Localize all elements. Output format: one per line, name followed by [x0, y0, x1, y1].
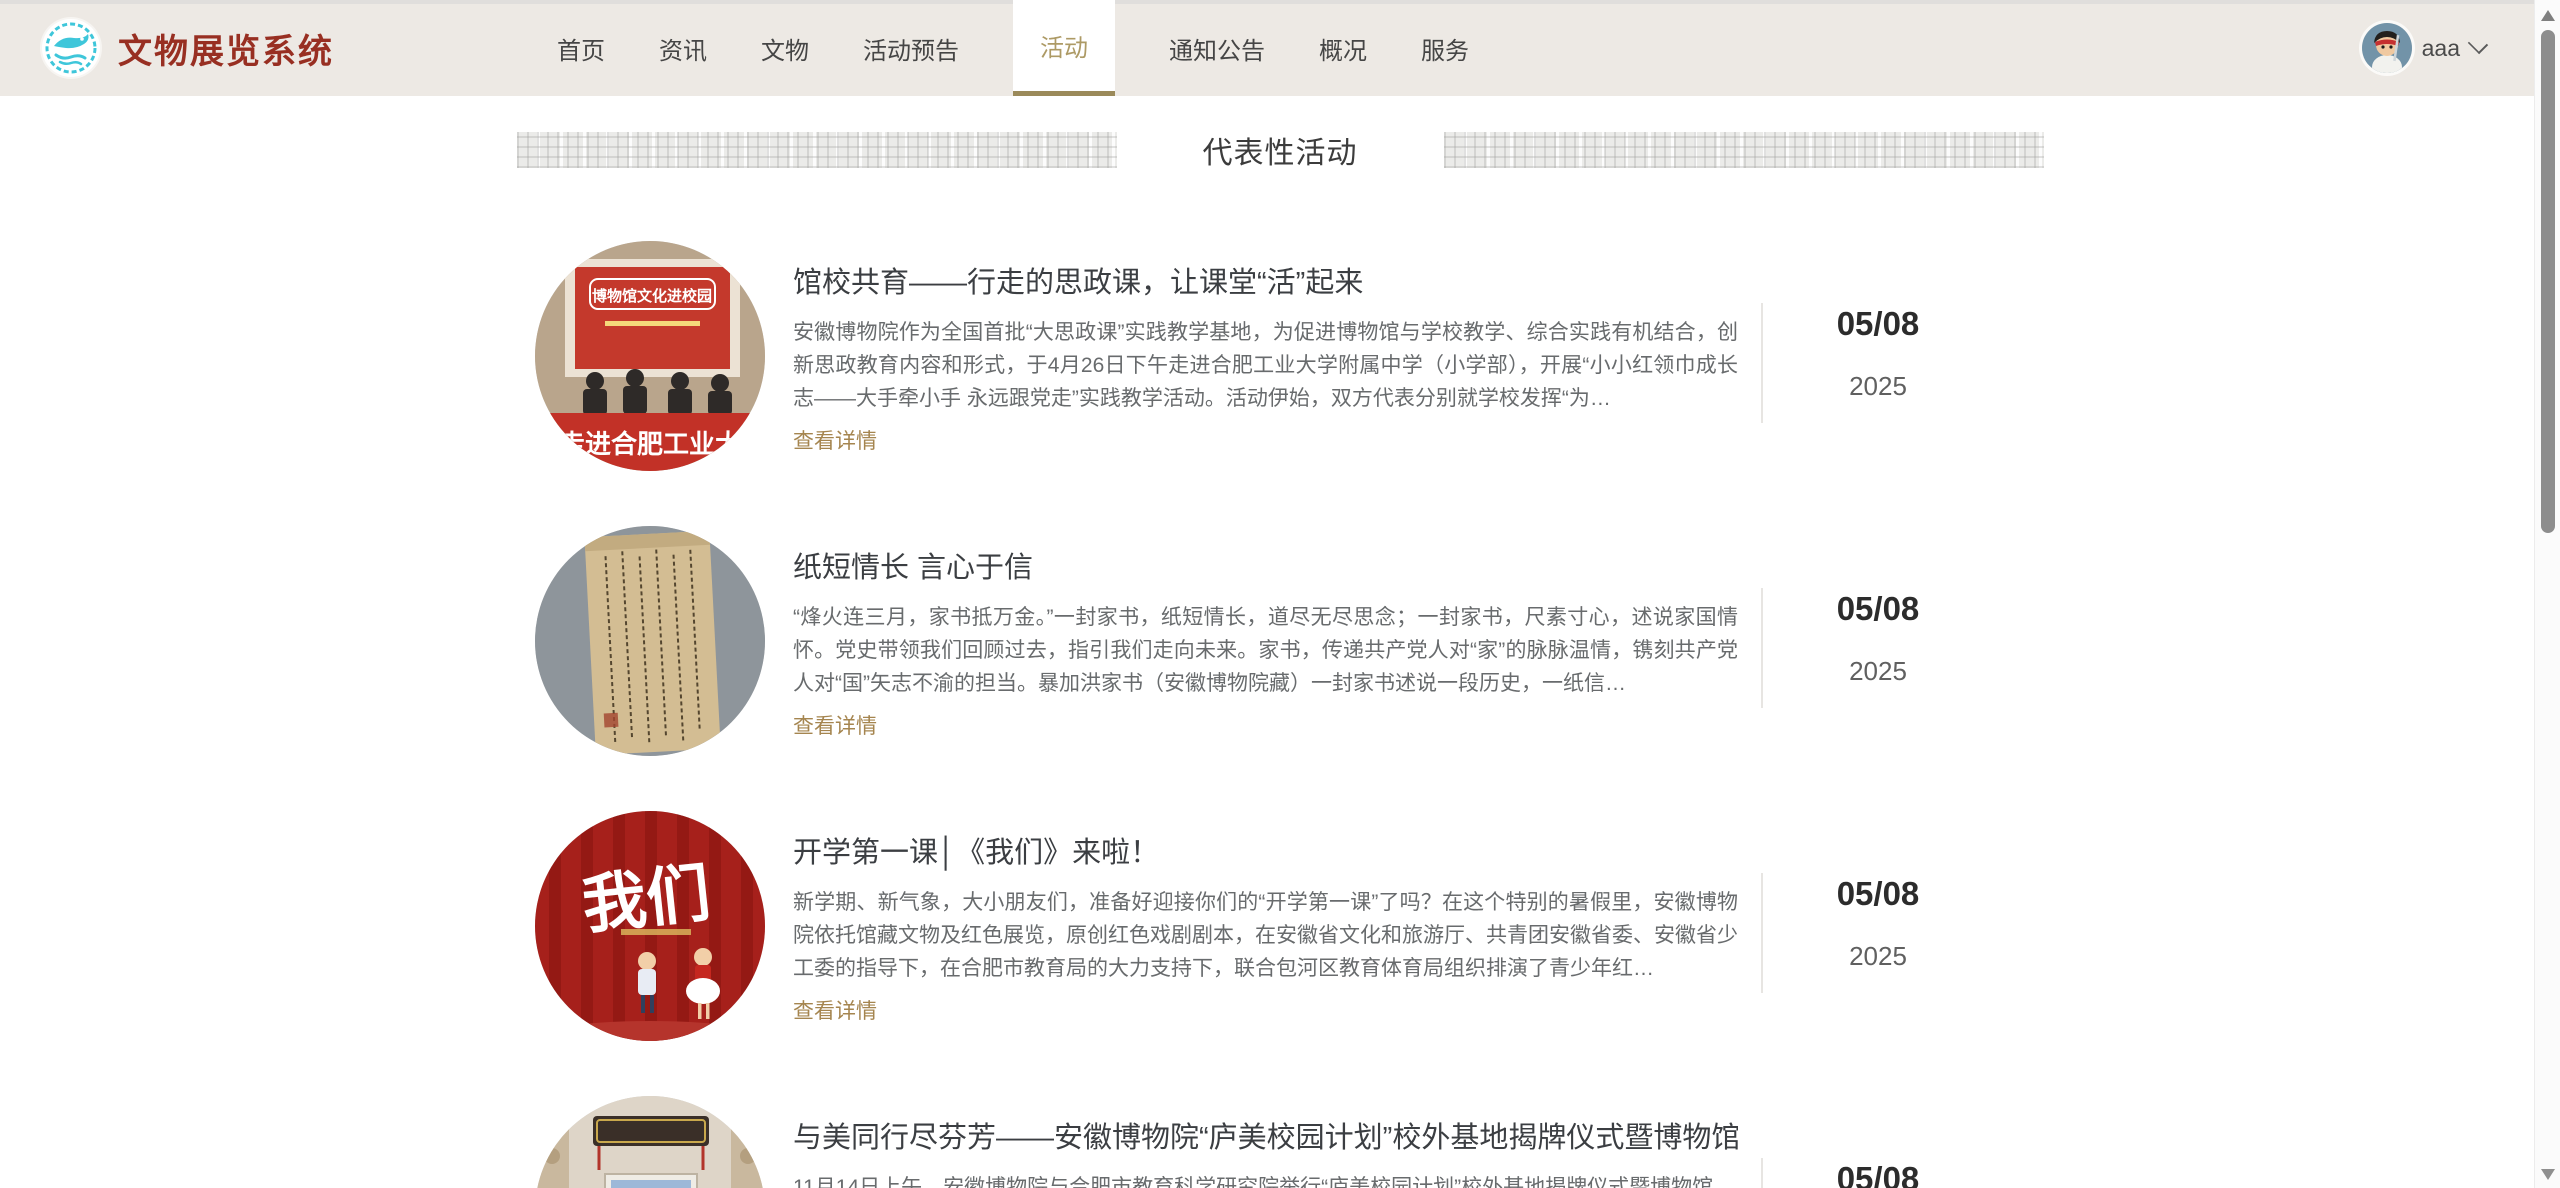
activity-body: 纸短情长 言心于信 “烽火连三月，家书抵万金。”一封家书，纸短情长，道尽无尽思念…	[793, 526, 1738, 758]
site-title: 文物展览系统	[118, 24, 334, 73]
nav-item-news[interactable]: 资讯	[659, 0, 707, 96]
activity-description: 新学期、新气象，大小朋友们，准备好迎接你们的“开学第一课”了吗？在这个特别的暑假…	[793, 886, 1738, 985]
activity-row: 博物馆文化进校园 之走进合肥工业大学 馆校共育——行走的思政课，让课堂“活”起来…	[535, 241, 2560, 473]
user-name: aaa	[2422, 35, 2460, 62]
scroll-up-arrow-icon[interactable]	[2541, 10, 2555, 21]
nav-item-home[interactable]: 首页	[557, 0, 605, 96]
activity-thumbnail-letter[interactable]	[535, 526, 765, 756]
date-month-day: 05/08	[1763, 305, 1993, 343]
section-header: 代表性活动	[0, 128, 2560, 172]
activity-row: 我们 开学第一课│《我们》来啦！ 新学期、新气象，大	[535, 811, 2560, 1043]
nav-item-overview[interactable]: 概况	[1319, 0, 1367, 96]
date-month-day: 05/08	[1763, 1160, 1993, 1188]
view-details-link[interactable]: 查看详情	[793, 425, 877, 455]
brand[interactable]: 文物展览系统	[42, 0, 334, 96]
nav-item-notices[interactable]: 通知公告	[1169, 0, 1265, 96]
date-month-day: 05/08	[1763, 590, 1993, 628]
scrollbar[interactable]	[2534, 0, 2560, 1188]
main-nav: 首页 资讯 文物 活动预告 活动 通知公告 概况 服务	[557, 0, 1469, 96]
user-menu[interactable]: aaa	[2362, 0, 2486, 96]
date-month-day: 05/08	[1763, 875, 1993, 913]
svg-text:我们: 我们	[579, 857, 714, 942]
scroll-down-arrow-icon[interactable]	[2541, 1169, 2555, 1180]
section-title: 代表性活动	[1203, 128, 1358, 172]
activity-date: 05/08 2025	[1763, 526, 1993, 758]
date-year: 2025	[1763, 656, 1993, 687]
activity-title[interactable]: 纸短情长 言心于信	[793, 548, 1738, 588]
activity-body: 开学第一课│《我们》来啦！ 新学期、新气象，大小朋友们，准备好迎接你们的“开学第…	[793, 811, 1738, 1043]
date-year: 2025	[1763, 371, 1993, 402]
chevron-down-icon	[2468, 34, 2488, 54]
activity-title[interactable]: 馆校共育——行走的思政课，让课堂“活”起来	[793, 263, 1738, 303]
date-year: 2025	[1763, 941, 1993, 972]
decorative-pattern-right	[1444, 132, 2044, 168]
activity-title[interactable]: 开学第一课│《我们》来啦！	[793, 833, 1738, 873]
activity-row: 纸短情长 言心于信 “烽火连三月，家书抵万金。”一封家书，纸短情长，道尽无尽思念…	[535, 526, 2560, 758]
activity-row: 合肥市“庐美校园计划” 与美同行尽芬芳——安徽博物院“庐美校园计划”校外基地揭牌…	[535, 1096, 2560, 1188]
activity-thumbnail-conference[interactable]: 博物馆文化进校园 之走进合肥工业大学	[535, 241, 765, 471]
activity-title[interactable]: 与美同行尽芬芳——安徽博物院“庐美校园计划”校外基地揭牌仪式暨博物馆…	[793, 1118, 1738, 1158]
activity-date: 05/08 2025	[1763, 241, 1993, 473]
svg-text:博物馆文化进校园: 博物馆文化进校园	[592, 287, 712, 305]
activity-thumbnail-stage[interactable]: 我们	[535, 811, 765, 1041]
activity-description: 11月14日上午，安徽博物院与合肥市教育科学研究院举行“庐美校园计划”校外基地揭…	[793, 1171, 1738, 1188]
svg-text:之走进合肥工业大学: 之走进合肥工业大学	[535, 429, 765, 459]
view-details-link[interactable]: 查看详情	[793, 995, 877, 1025]
nav-item-activities[interactable]: 活动	[1013, 0, 1115, 96]
activity-body: 与美同行尽芬芳——安徽博物院“庐美校园计划”校外基地揭牌仪式暨博物馆… 11月1…	[793, 1096, 1738, 1188]
view-details-link[interactable]: 查看详情	[793, 710, 877, 740]
site-header: 文物展览系统 首页 资讯 文物 活动预告 活动 通知公告 概况 服务 aaa	[0, 0, 2534, 96]
user-avatar[interactable]	[2362, 23, 2412, 73]
main-content: 代表性活动 博物馆文化进校园	[0, 128, 2560, 1188]
nav-item-relics[interactable]: 文物	[761, 0, 809, 96]
activity-list: 博物馆文化进校园 之走进合肥工业大学 馆校共育——行走的思政课，让课堂“活”起来…	[535, 241, 2560, 1188]
decorative-pattern-left	[517, 132, 1117, 168]
activity-thumbnail-hall[interactable]: 合肥市“庐美校园计划”	[535, 1096, 765, 1188]
museum-seal-logo-icon	[42, 19, 100, 77]
activity-date: 05/08	[1763, 1096, 1993, 1188]
activity-date: 05/08 2025	[1763, 811, 1993, 1043]
activity-body: 馆校共育——行走的思政课，让课堂“活”起来 安徽博物院作为全国首批“大思政课”实…	[793, 241, 1738, 473]
activity-description: “烽火连三月，家书抵万金。”一封家书，纸短情长，道尽无尽思念；一封家书，尺素寸心…	[793, 601, 1738, 700]
nav-item-services[interactable]: 服务	[1421, 0, 1469, 96]
scrollbar-thumb[interactable]	[2541, 30, 2555, 533]
activity-description: 安徽博物院作为全国首批“大思政课”实践教学基地，为促进博物馆与学校教学、综合实践…	[793, 316, 1738, 415]
nav-item-activity-preview[interactable]: 活动预告	[863, 0, 959, 96]
